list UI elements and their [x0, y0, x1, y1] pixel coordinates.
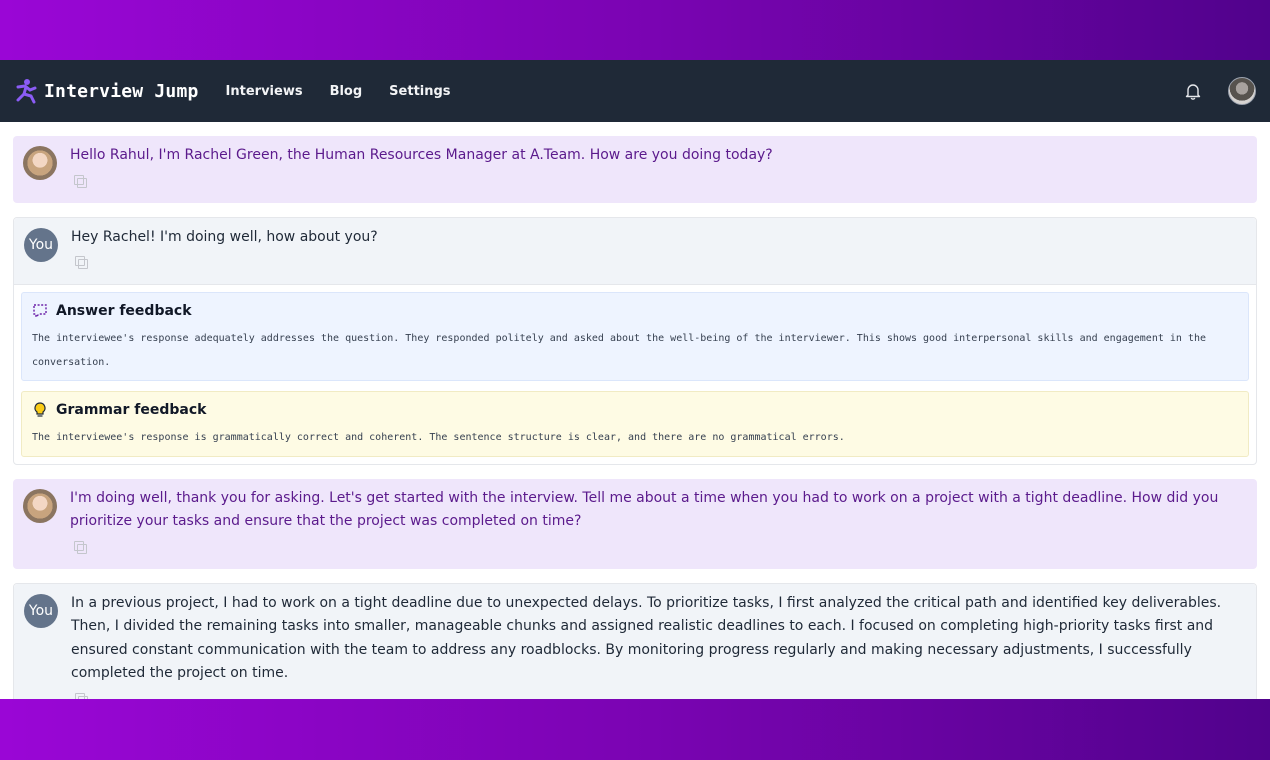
nav-right [1176, 74, 1256, 108]
interviewer-avatar [23, 146, 57, 180]
chat-dashed-icon [32, 303, 48, 319]
brand-name: Interview Jump [44, 80, 199, 102]
grammar-feedback-card: Grammar feedback The interviewee's respo… [21, 391, 1249, 457]
notifications-button[interactable] [1176, 74, 1210, 108]
lightbulb-icon [32, 402, 48, 418]
top-navbar: Interview Jump Interviews Blog Settings [0, 60, 1270, 122]
copy-icon[interactable] [73, 174, 87, 188]
answer-feedback-text: The interviewee's response adequately ad… [32, 333, 1206, 368]
user-message-avatar: You [24, 227, 58, 262]
user-message: You In a previous project, I had to work… [14, 583, 1256, 699]
nav-blog[interactable]: Blog [330, 84, 363, 99]
copy-icon[interactable] [74, 692, 88, 699]
answer-feedback-card: Answer feedback The interviewee's respon… [21, 292, 1249, 381]
interviewer-avatar [23, 488, 57, 523]
user-message: You Hey Rachel! I'm doing well, how abou… [14, 217, 1256, 285]
user-avatar[interactable] [1228, 77, 1256, 105]
copy-icon[interactable] [74, 255, 88, 269]
user-answer-group: You Hey Rachel! I'm doing well, how abou… [13, 216, 1257, 465]
copy-icon[interactable] [73, 540, 87, 554]
interviewer-message: I'm doing well, thank you for asking. Le… [13, 478, 1257, 569]
nav-settings[interactable]: Settings [389, 84, 450, 99]
interviewer-message: Hello Rahul, I'm Rachel Green, the Human… [13, 136, 1257, 203]
message-text: In a previous project, I had to work on … [71, 594, 1222, 682]
chat-transcript: Hello Rahul, I'm Rachel Green, the Human… [0, 122, 1270, 699]
nav-interviews[interactable]: Interviews [226, 84, 303, 99]
nav-links: Interviews Blog Settings [226, 84, 451, 99]
grammar-feedback-text: The interviewee's response is grammatica… [32, 432, 845, 443]
runner-logo-icon [16, 79, 37, 104]
message-text: I'm doing well, thank you for asking. Le… [70, 489, 1219, 530]
message-text: Hello Rahul, I'm Rachel Green, the Human… [70, 147, 773, 163]
feedback-panel: Answer feedback The interviewee's respon… [14, 285, 1256, 464]
user-answer-group: You In a previous project, I had to work… [13, 582, 1257, 699]
bell-icon [1185, 84, 1201, 100]
user-message-avatar: You [24, 593, 58, 628]
grammar-feedback-title: Grammar feedback [56, 402, 207, 418]
brand[interactable]: Interview Jump [14, 78, 199, 104]
answer-feedback-title: Answer feedback [56, 303, 192, 319]
app-window: Interview Jump Interviews Blog Settings … [0, 60, 1270, 699]
message-text: Hey Rachel! I'm doing well, how about yo… [71, 228, 378, 245]
